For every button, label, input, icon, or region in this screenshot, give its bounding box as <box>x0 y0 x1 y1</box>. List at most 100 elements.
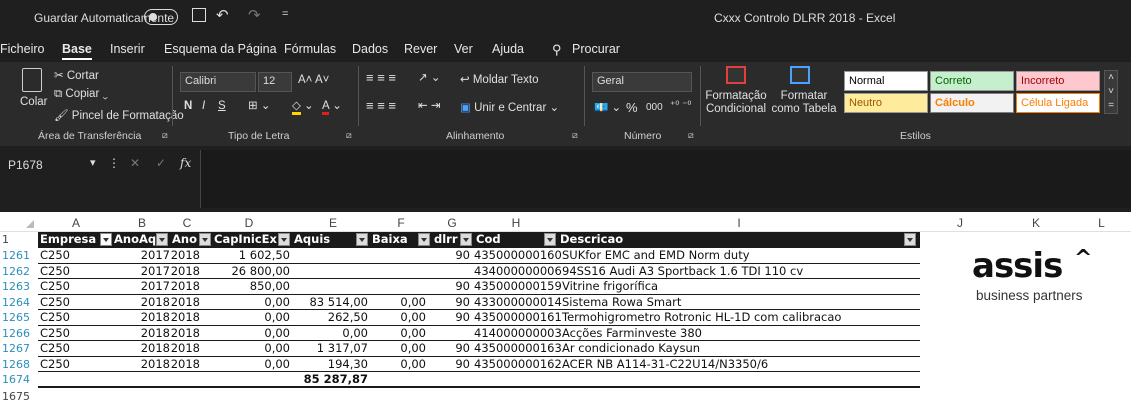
row-number[interactable]: 1264 <box>0 295 38 311</box>
cell-d[interactable]: 0,00 <box>204 341 290 357</box>
cell-g[interactable] <box>430 264 470 280</box>
cell-d[interactable]: 0,00 <box>204 326 290 342</box>
styles-scroll[interactable]: ˄ ˅ = <box>1104 70 1118 114</box>
col-d[interactable]: D <box>204 216 294 230</box>
clipboard-launcher-icon[interactable]: ⧄ <box>162 130 168 141</box>
cell-h[interactable]: 433000000014 <box>474 295 562 311</box>
name-box[interactable]: P1678 <box>8 158 43 172</box>
redo-icon[interactable]: ↷ <box>248 6 261 24</box>
vertical-align-icons[interactable]: ≡ ≡ ≡ <box>366 70 396 85</box>
style-correto[interactable]: Correto <box>930 71 1014 91</box>
conditional-format-button[interactable]: Formatação Condicional <box>704 90 768 116</box>
cell-b[interactable]: 2018 <box>114 310 170 326</box>
filter-anoaq-icon[interactable] <box>156 233 168 246</box>
tab-rever[interactable]: Rever <box>404 42 437 56</box>
comma-style-button[interactable]: 000 <box>646 102 663 113</box>
cell-d[interactable]: 0,00 <box>204 295 290 311</box>
cell-e[interactable]: 1 317,07 <box>294 341 368 357</box>
tab-formulas[interactable]: Fórmulas <box>284 42 336 56</box>
cell-c[interactable]: 2018 <box>170 357 200 373</box>
name-box-dropdown-icon[interactable]: ▾ <box>90 156 96 169</box>
filter-empresa-icon[interactable] <box>100 233 112 246</box>
cell-b[interactable]: 2018 <box>114 341 170 357</box>
style-neutro[interactable]: Neutro <box>844 93 928 113</box>
bold-button[interactable]: N <box>184 100 192 112</box>
undo-icon[interactable]: ↶ <box>216 6 229 24</box>
percent-button[interactable]: % <box>626 100 638 115</box>
col-l[interactable]: L <box>1072 216 1131 230</box>
cell-g[interactable]: 90 <box>430 341 470 357</box>
filter-baixa-icon[interactable] <box>418 233 430 246</box>
cell-a[interactable]: C250 <box>40 341 112 357</box>
merge-center-button[interactable]: ▣ Unir e Centrar ⌄ <box>460 100 559 114</box>
cell-d[interactable]: 26 800,00 <box>204 264 290 280</box>
paste-icon[interactable] <box>22 68 42 92</box>
format-table-button[interactable]: Formatar como Tabela <box>768 90 840 116</box>
cell-i[interactable]: Vitrine frigorífica <box>562 279 918 295</box>
select-all-corner[interactable] <box>26 220 34 228</box>
font-name-select[interactable]: Calibri <box>180 72 256 92</box>
col-h[interactable]: H <box>474 216 558 230</box>
cell-f[interactable]: 0,00 <box>372 341 426 357</box>
style-calculo[interactable]: Cálculo <box>930 93 1014 113</box>
cell-f[interactable] <box>372 248 426 264</box>
cell-b[interactable]: 2018 <box>114 295 170 311</box>
cancel-icon[interactable]: ✕ <box>130 156 140 170</box>
cell-g[interactable]: 90 <box>430 357 470 373</box>
tab-ajuda[interactable]: Ajuda <box>492 42 524 56</box>
cell-f[interactable]: 0,00 <box>372 310 426 326</box>
fx-icon[interactable]: fx <box>180 156 191 170</box>
cell-b[interactable]: 2018 <box>114 357 170 373</box>
horizontal-align-icons[interactable]: ≡ ≡ ≡ <box>366 98 396 113</box>
cell-e[interactable]: 83 514,00 <box>294 295 368 311</box>
cell-a[interactable]: C250 <box>40 357 112 373</box>
style-normal[interactable]: Normal <box>844 71 928 91</box>
save-icon[interactable] <box>192 8 206 22</box>
indent-icons[interactable]: ⇤ ⇥ <box>418 98 440 112</box>
font-launcher-icon[interactable]: ⧄ <box>346 130 352 141</box>
cell-e[interactable] <box>294 279 368 295</box>
underline-button[interactable]: S <box>218 100 226 112</box>
cell-g[interactable]: 90 <box>430 279 470 295</box>
row-number-total[interactable]: 1674 <box>0 372 38 388</box>
cell-a[interactable]: C250 <box>40 310 112 326</box>
number-format-select[interactable]: Geral <box>592 72 692 92</box>
col-e[interactable]: E <box>294 216 372 230</box>
row-number[interactable]: 1265 <box>0 310 38 326</box>
cell-c[interactable]: 2018 <box>170 341 200 357</box>
cell-f[interactable]: 0,00 <box>372 357 426 373</box>
col-k[interactable]: K <box>1000 216 1072 230</box>
cell-i[interactable]: Acções Farminveste 380 <box>562 326 918 342</box>
cell-h[interactable]: 435000000163 <box>474 341 562 357</box>
tab-base[interactable]: Base <box>62 42 92 60</box>
cell-f[interactable]: 0,00 <box>372 295 426 311</box>
search-box[interactable]: Procurar <box>572 42 620 56</box>
cell-a[interactable]: C250 <box>40 264 112 280</box>
cell-d[interactable]: 1 602,50 <box>204 248 290 264</box>
cell-f[interactable] <box>372 264 426 280</box>
cell-h[interactable]: 435000000160 <box>474 248 562 264</box>
total-aquis[interactable]: 85 287,87 <box>294 372 368 388</box>
col-g[interactable]: G <box>430 216 474 230</box>
cell-i[interactable]: Termohigrometro Rotronic HL-1D com calib… <box>562 310 918 326</box>
italic-button[interactable]: I <box>202 100 205 112</box>
cut-button[interactable]: ✂ Cortar <box>54 68 99 82</box>
wrap-text-button[interactable]: ↩ Moldar Texto <box>460 72 538 86</box>
filter-dlrr-icon[interactable] <box>460 233 472 246</box>
cell-c[interactable]: 2018 <box>170 310 200 326</box>
cell-h[interactable]: 435000000161 <box>474 310 562 326</box>
borders-icon[interactable]: ⊞ ⌄ <box>248 98 270 112</box>
cell-i[interactable]: SUKfor EMC and EMD Norm duty <box>562 248 918 264</box>
formula-input[interactable] <box>200 150 1131 208</box>
tab-esquema[interactable]: Esquema da Página <box>164 42 277 56</box>
cell-i[interactable]: Sistema Rowa Smart <box>562 295 918 311</box>
paste-button[interactable]: Colar <box>20 96 47 108</box>
cell-i[interactable]: ACER NB A114-31-C22U14/N3350/6 <box>562 357 918 373</box>
search-icon[interactable]: ⚲ <box>552 42 562 58</box>
cell-c[interactable]: 2018 <box>170 295 200 311</box>
style-celula-ligada[interactable]: Célula Ligada <box>1016 93 1100 113</box>
tab-inserir[interactable]: Inserir <box>110 42 145 56</box>
enter-icon[interactable]: ✓ <box>156 156 166 170</box>
filter-aquis-icon[interactable] <box>356 233 368 246</box>
format-table-icon[interactable] <box>790 66 810 84</box>
